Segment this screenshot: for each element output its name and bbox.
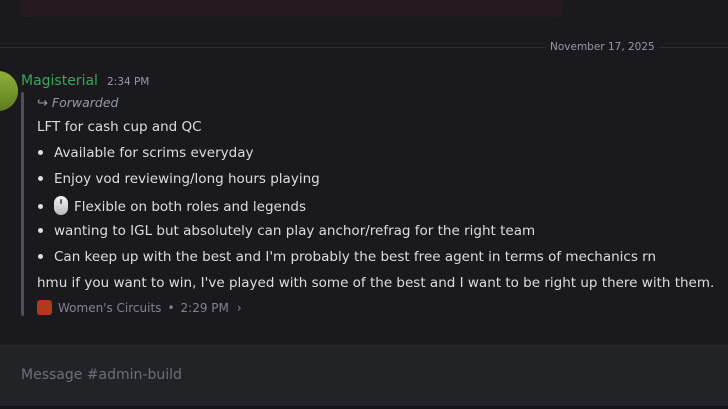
list-item: Can keep up with the best and I'm probab…: [37, 248, 656, 266]
list-item: wanting to IGL but absolutely can play a…: [37, 222, 535, 240]
separator-dot: •: [167, 300, 175, 315]
chat-view: November 17, 2025 Magisterial 2:34 PM ↪ F…: [0, 0, 728, 409]
forward-arrow-icon: ↪: [37, 96, 48, 111]
date-divider: November 17, 2025: [546, 40, 659, 54]
bullet-dot: [38, 175, 43, 181]
forward-source-link[interactable]: Women's Circuits • 2:29 PM ›: [37, 300, 242, 315]
message-header: Magisterial 2:34 PM: [21, 70, 149, 89]
list-item-text: Flexible on both roles and legends: [74, 199, 306, 215]
message-line-intro: LFT for cash cup and QC: [37, 119, 202, 135]
message-composer: [0, 346, 728, 409]
list-item-text: Enjoy vod reviewing/long hours playing: [54, 171, 320, 187]
message-line-outro: hmu if you want to win, I've played with…: [37, 275, 715, 291]
server-icon: [37, 300, 52, 315]
list-item: Enjoy vod reviewing/long hours playing: [37, 170, 320, 188]
bullet-dot: [38, 149, 43, 155]
list-item: Flexible on both roles and legends: [37, 196, 306, 216]
list-item-text: Available for scrims everyday: [54, 145, 254, 161]
bullet-dot: [38, 227, 43, 233]
forwarded-label: ↪ Forwarded: [37, 95, 118, 111]
list-item: Available for scrims everyday: [37, 144, 253, 162]
list-item-text: Can keep up with the best and I'm probab…: [54, 249, 657, 265]
avatar[interactable]: [0, 71, 18, 111]
message-input[interactable]: [21, 365, 701, 385]
forward-quote-bar: [21, 92, 24, 316]
source-server-name: Women's Circuits: [58, 300, 162, 315]
chevron-right-icon: ›: [236, 300, 242, 315]
computer-mouse-icon: [54, 196, 68, 215]
source-time: 2:29 PM: [180, 300, 229, 315]
author-name[interactable]: Magisterial: [21, 73, 98, 89]
message-timestamp[interactable]: 2:34 PM: [107, 76, 149, 88]
bullet-dot: [38, 203, 43, 209]
bullet-dot: [38, 253, 43, 259]
previous-embed: [20, 0, 563, 17]
list-item-text: wanting to IGL but absolutely can play a…: [54, 223, 536, 239]
forwarded-text: Forwarded: [51, 95, 119, 110]
